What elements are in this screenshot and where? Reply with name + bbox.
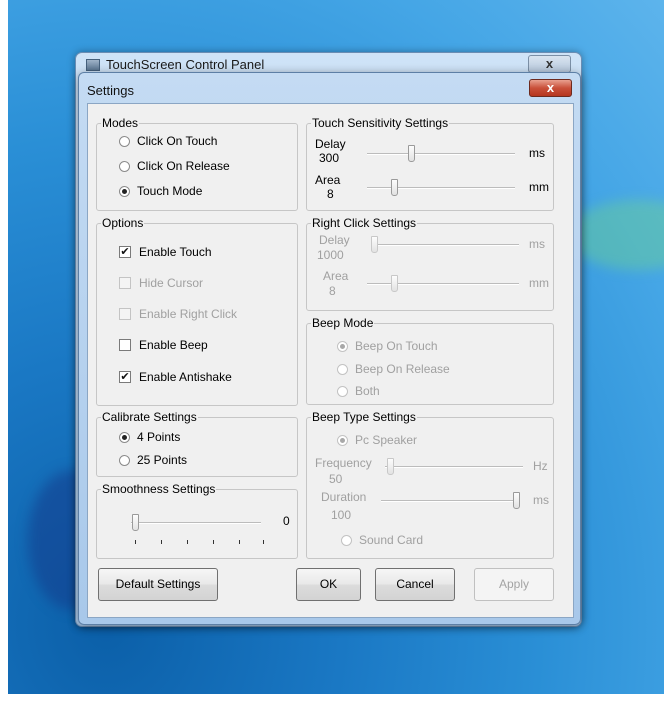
- radio-pc-speaker-label[interactable]: Pc Speaker: [355, 433, 417, 447]
- options-group: Options ✔ Enable Touch Hide Cursor Enabl…: [96, 216, 298, 406]
- dialog-client-area: Modes Click On Touch Click On Release To…: [87, 103, 574, 618]
- touch-delay-label: Delay: [315, 137, 346, 151]
- radio-sound-card-label[interactable]: Sound Card: [359, 533, 423, 547]
- duration-slider-thumb[interactable]: [513, 492, 520, 509]
- radio-beep-on-release-label[interactable]: Beep On Release: [355, 362, 450, 376]
- radio-click-on-touch-label[interactable]: Click On Touch: [137, 134, 217, 148]
- radio-beep-both[interactable]: [337, 386, 348, 397]
- hide-cursor-checkbox[interactable]: [119, 277, 131, 289]
- enable-beep-checkbox[interactable]: [119, 339, 131, 351]
- touch-area-unit: mm: [529, 180, 549, 194]
- enable-antishake-checkbox[interactable]: ✔: [119, 371, 131, 383]
- right-click-area-slider-thumb[interactable]: [391, 275, 398, 292]
- desktop-background: TouchScreen Control Panel x Settings x M…: [8, 0, 664, 694]
- right-click-delay-unit: ms: [529, 237, 545, 251]
- right-click-area-label: Area: [323, 269, 349, 283]
- modes-group: Modes Click On Touch Click On Release To…: [96, 116, 298, 211]
- duration-label: Duration: [321, 490, 367, 504]
- beep-type-group: Beep Type Settings Pc Speaker Frequency …: [306, 410, 554, 559]
- right-click-delay-label: Delay: [319, 233, 350, 247]
- calibrate-group: Calibrate Settings 4 Points 25 Points: [96, 410, 298, 477]
- smoothness-slider-thumb[interactable]: [132, 514, 139, 531]
- frequency-value: 50: [329, 472, 343, 486]
- radio-pc-speaker[interactable]: [337, 435, 348, 446]
- close-button[interactable]: x: [529, 79, 572, 97]
- frequency-label: Frequency: [315, 456, 372, 470]
- radio-4-points[interactable]: [119, 432, 130, 443]
- beep-mode-group: Beep Mode Beep On Touch Beep On Release …: [306, 316, 554, 405]
- radio-click-on-touch[interactable]: [119, 136, 130, 147]
- right-click-area-value: 8: [329, 284, 336, 298]
- dialog-title: Settings: [87, 83, 134, 98]
- right-click-delay-value: 1000: [317, 248, 344, 262]
- default-settings-button[interactable]: Default Settings: [98, 568, 218, 601]
- right-click-group: Right Click Settings Delay 1000 ms Area …: [306, 216, 554, 311]
- enable-right-click-checkbox[interactable]: [119, 308, 131, 320]
- hide-cursor-label[interactable]: Hide Cursor: [139, 276, 203, 290]
- touch-area-label: Area: [315, 173, 341, 187]
- smoothness-slider-track: [131, 522, 261, 524]
- radio-touch-mode-label[interactable]: Touch Mode: [137, 184, 202, 198]
- enable-touch-label[interactable]: Enable Touch: [139, 245, 212, 259]
- touch-delay-slider-thumb[interactable]: [408, 145, 415, 162]
- radio-click-on-release[interactable]: [119, 161, 130, 172]
- touch-area-slider-thumb[interactable]: [391, 179, 398, 196]
- background-window-title: TouchScreen Control Panel: [106, 57, 265, 72]
- ok-button[interactable]: OK: [296, 568, 361, 601]
- enable-beep-label[interactable]: Enable Beep: [139, 338, 208, 352]
- right-click-area-unit: mm: [529, 276, 549, 290]
- frequency-slider-track: [385, 466, 523, 468]
- smoothness-value: 0: [283, 514, 290, 528]
- radio-click-on-release-label[interactable]: Click On Release: [137, 159, 230, 173]
- enable-touch-checkbox[interactable]: ✔: [119, 246, 131, 258]
- smoothness-tick: [161, 540, 162, 544]
- touch-area-slider-track: [367, 187, 515, 189]
- beep-mode-group-title: Beep Mode: [311, 316, 375, 330]
- touch-sensitivity-group-title: Touch Sensitivity Settings: [311, 116, 450, 130]
- wallpaper-glow: [568, 200, 664, 270]
- cancel-button[interactable]: Cancel: [375, 568, 455, 601]
- touch-area-value: 8: [327, 187, 334, 201]
- radio-sound-card[interactable]: [341, 535, 352, 546]
- radio-25-points[interactable]: [119, 455, 130, 466]
- radio-beep-both-label[interactable]: Both: [355, 384, 380, 398]
- right-click-area-slider-track: [367, 283, 519, 285]
- radio-beep-on-release[interactable]: [337, 364, 348, 375]
- duration-value: 100: [331, 508, 352, 522]
- smoothness-group: Smoothness Settings 0: [96, 482, 298, 559]
- duration-unit: ms: [533, 493, 549, 507]
- radio-beep-on-touch[interactable]: [337, 341, 348, 352]
- smoothness-tick: [239, 540, 240, 544]
- settings-dialog: Settings x Modes Click On Touch Click On…: [78, 72, 581, 625]
- smoothness-group-title: Smoothness Settings: [101, 482, 217, 496]
- touch-delay-value: 300: [319, 151, 340, 165]
- apply-button[interactable]: Apply: [474, 568, 554, 601]
- radio-4-points-label[interactable]: 4 Points: [137, 430, 180, 444]
- background-close-button[interactable]: x: [528, 55, 571, 73]
- radio-beep-on-touch-label[interactable]: Beep On Touch: [355, 339, 438, 353]
- radio-25-points-label[interactable]: 25 Points: [137, 453, 187, 467]
- modes-group-title: Modes: [101, 116, 140, 130]
- frequency-unit: Hz: [533, 459, 548, 473]
- frequency-slider-thumb[interactable]: [387, 458, 394, 475]
- right-click-group-title: Right Click Settings: [311, 216, 418, 230]
- smoothness-tick: [213, 540, 214, 544]
- right-click-delay-slider-thumb[interactable]: [371, 236, 378, 253]
- right-click-delay-slider-track: [371, 244, 519, 246]
- radio-touch-mode[interactable]: [119, 186, 130, 197]
- beep-type-group-title: Beep Type Settings: [311, 410, 417, 424]
- smoothness-tick: [263, 540, 264, 544]
- enable-right-click-label[interactable]: Enable Right Click: [139, 307, 237, 321]
- duration-slider-track: [381, 500, 519, 502]
- touch-delay-slider-track: [367, 153, 515, 155]
- smoothness-tick: [135, 540, 136, 544]
- touch-sensitivity-group: Touch Sensitivity Settings Delay 300 ms …: [306, 116, 554, 211]
- app-icon: [86, 59, 100, 71]
- enable-antishake-label[interactable]: Enable Antishake: [139, 370, 232, 384]
- calibrate-group-title: Calibrate Settings: [101, 410, 198, 424]
- touch-delay-unit: ms: [529, 146, 545, 160]
- smoothness-tick: [187, 540, 188, 544]
- options-group-title: Options: [101, 216, 145, 230]
